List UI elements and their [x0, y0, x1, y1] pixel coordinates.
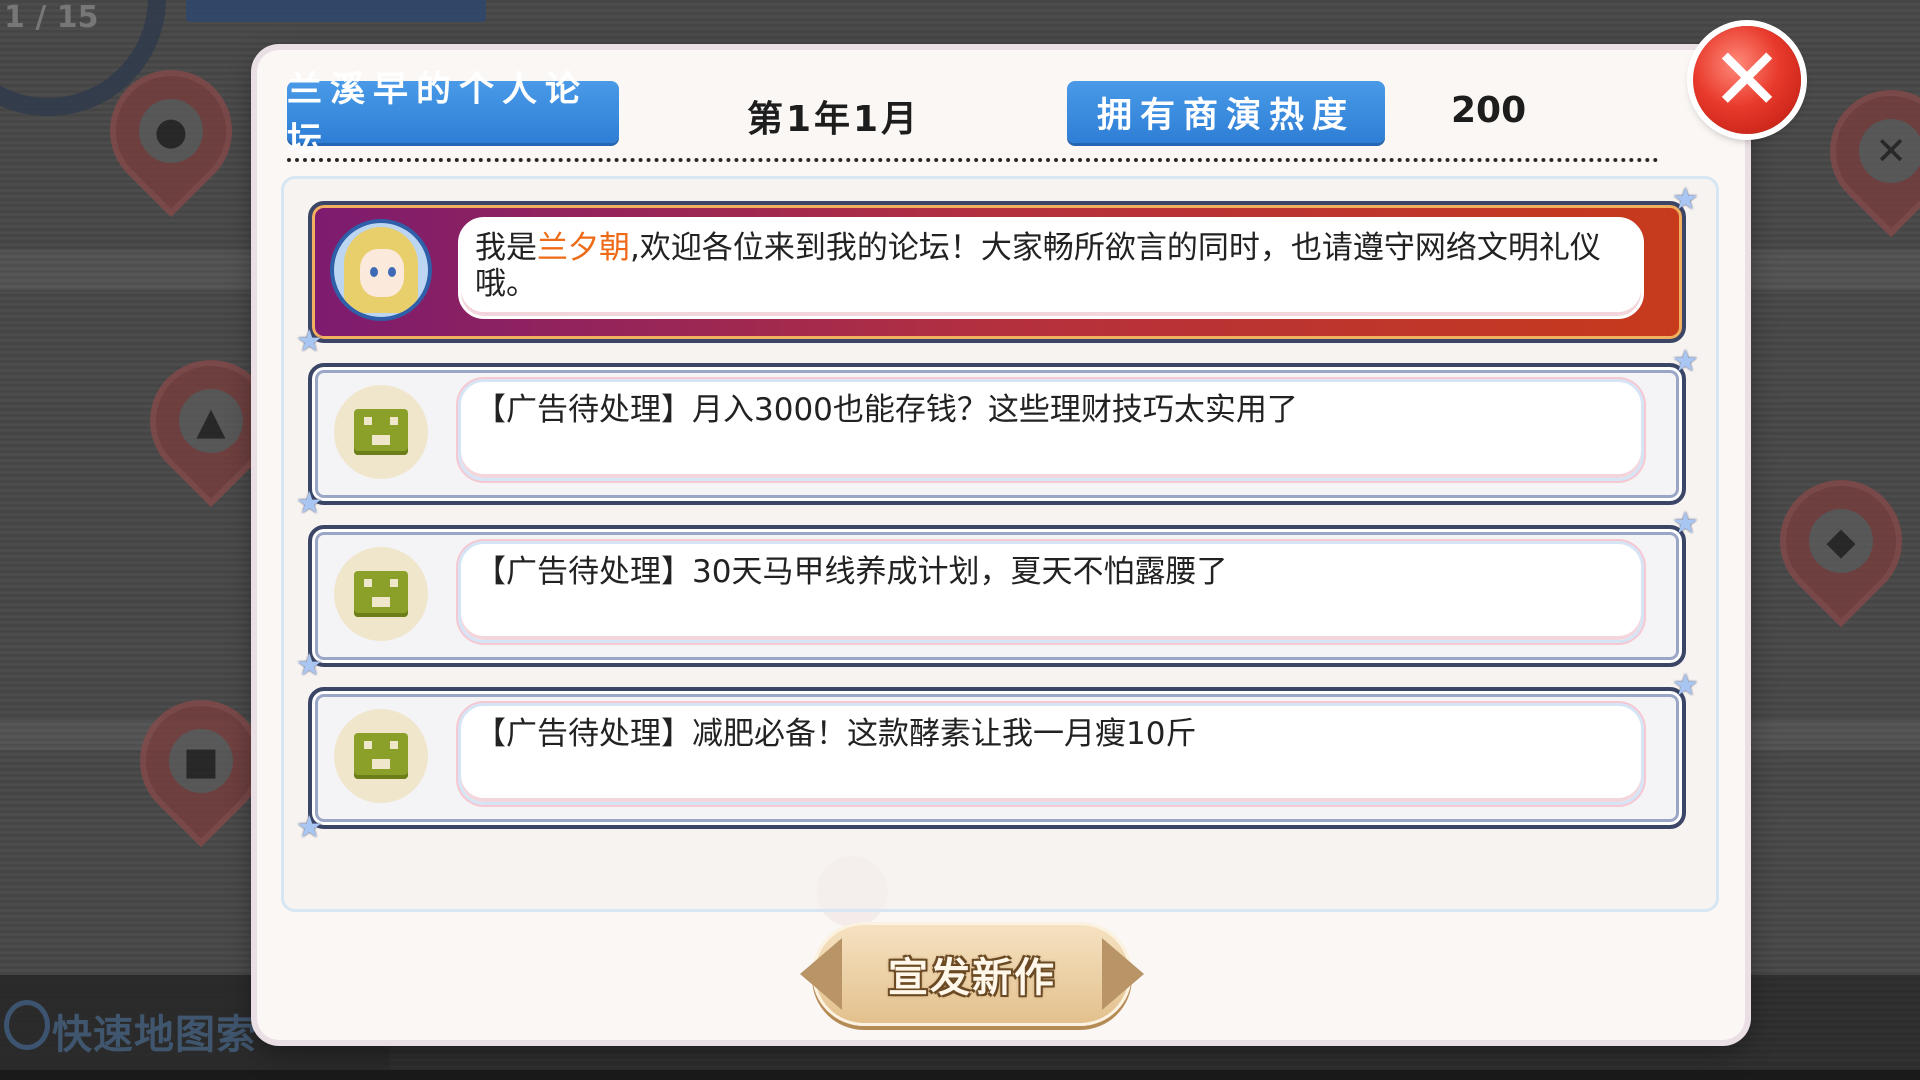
top-stat-bar [186, 0, 486, 22]
dress-icon: ▲ [179, 389, 243, 453]
owner-message-bubble: 我是兰夕朝,欢迎各位来到我的论坛！大家畅所欲言的同时，也请遵守网络文明礼仪哦。 [458, 217, 1644, 319]
map-search-icon [4, 1000, 50, 1050]
star-icon: ★ [296, 486, 323, 521]
popularity-value: 200 [1451, 90, 1527, 131]
header-divider [287, 158, 1659, 162]
popularity-label: 拥有商演热度 [1067, 81, 1385, 143]
post-avatar [334, 547, 428, 641]
publish-button-label: 宣发新作 [888, 955, 1056, 1001]
forum-post[interactable]: ★ ★ 【广告待处理】减肥必备！这款酵素让我一月瘦10斤 [296, 671, 1699, 843]
owner-avatar [334, 223, 428, 317]
post-text: 【广告待处理】减肥必备！这款酵素让我一月瘦10斤 [475, 716, 1197, 752]
posts-panel: ★ ★ 我是兰夕朝,欢迎各位来到我的论坛！大家畅所欲言的同时，也请遵守网络文明礼… [281, 176, 1719, 912]
owner-message-prefix: 我是 [475, 230, 537, 266]
star-icon: ★ [1672, 344, 1699, 379]
shop-icon [354, 733, 408, 779]
post-bubble: 【广告待处理】月入3000也能存钱？这些理财技巧太实用了 [458, 379, 1644, 481]
star-icon: ★ [296, 324, 323, 359]
crystal-ball-icon: ● [139, 99, 203, 163]
post-bubble: 【广告待处理】30天马甲线养成计划，夏天不怕露腰了 [458, 541, 1644, 643]
game-date: 第1年1月 [747, 99, 921, 140]
drinks-icon: ■ [169, 729, 233, 793]
post-avatar [334, 385, 428, 479]
avatar-eye [388, 267, 396, 277]
shop-icon [354, 571, 408, 617]
forum-title-tag: 兰溪早的个人论坛 [287, 70, 619, 161]
bottom-strip [0, 1070, 1920, 1080]
megaphone-icon: ◆ [1809, 509, 1873, 573]
shop-icon [354, 409, 408, 455]
star-icon: ★ [296, 648, 323, 683]
close-button[interactable]: ✕ [1693, 26, 1801, 134]
star-icon: ★ [1672, 506, 1699, 541]
quick-map-label: 快速地图索 [52, 1012, 257, 1058]
map-pin-right-mid[interactable]: ◆ [1754, 454, 1920, 628]
publish-new-work-button[interactable]: 宣发新作 [800, 922, 1144, 1026]
post-text: 【广告待处理】30天马甲线养成计划，夏天不怕露腰了 [475, 554, 1228, 590]
map-pin-right-top[interactable]: ✕ [1804, 64, 1920, 238]
forum-post[interactable]: ★ ★ 【广告待处理】30天马甲线养成计划，夏天不怕露腰了 [296, 509, 1699, 681]
star-icon: ★ [1672, 668, 1699, 703]
avatar-eye [370, 267, 378, 277]
owner-welcome-post: ★ ★ 我是兰夕朝,欢迎各位来到我的论坛！大家畅所欲言的同时，也请遵守网络文明礼… [296, 185, 1699, 357]
post-avatar [334, 709, 428, 803]
post-bubble: 【广告待处理】减肥必备！这款酵素让我一月瘦10斤 [458, 703, 1644, 805]
close-icon: ✕ [1710, 30, 1784, 130]
stage-counter: 1 / 15 [4, 0, 99, 35]
star-icon: ★ [296, 810, 323, 845]
avatar-face [360, 249, 404, 297]
cutlery-icon: ✕ [1859, 119, 1920, 183]
owner-name[interactable]: 兰夕朝 [537, 230, 630, 266]
forum-post[interactable]: ★ ★ 【广告待处理】月入3000也能存钱？这些理财技巧太实用了 [296, 347, 1699, 519]
owner-message-text: ,欢迎各位来到我的论坛！大家畅所欲言的同时，也请遵守网络文明礼仪哦。 [475, 230, 1601, 302]
star-icon: ★ [1672, 182, 1699, 217]
forum-dialog: 兰溪早的个人论坛 第1年1月 拥有商演热度 200 ★ ★ 我是兰夕朝,欢迎各位… [257, 50, 1745, 1040]
post-text: 【广告待处理】月入3000也能存钱？这些理财技巧太实用了 [475, 392, 1298, 428]
